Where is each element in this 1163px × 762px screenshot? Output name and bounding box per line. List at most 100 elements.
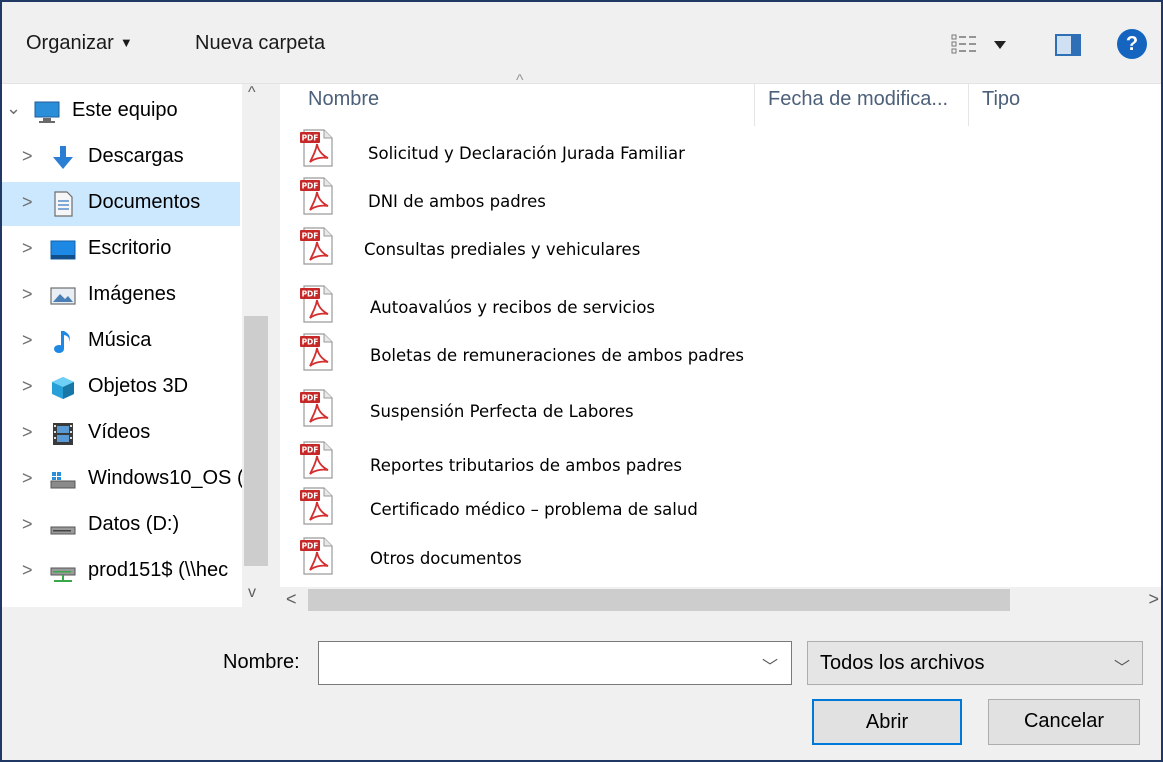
nav-item-label: prod151$ (\\hec xyxy=(88,559,229,581)
chevron-right-icon[interactable]: > xyxy=(1148,589,1159,610)
nav-item-este-equipo[interactable]: ⌄ Este equipo xyxy=(2,90,240,134)
file-row[interactable]: Boletas de remuneraciones de ambos padre… xyxy=(280,332,1161,378)
open-button[interactable]: Abrir xyxy=(812,699,962,745)
chevron-down-icon[interactable]: ﹀ xyxy=(1114,654,1130,678)
file-name: Solicitud y Declaración Jurada Familiar xyxy=(368,144,685,163)
nav-item-label: Documentos xyxy=(88,191,201,213)
file-row[interactable]: Reportes tributarios de ambos padres xyxy=(280,440,1161,486)
file-name: Boletas de remuneraciones de ambos padre… xyxy=(370,346,744,365)
chevron-right-icon[interactable]: > xyxy=(22,468,33,489)
file-name: Otros documentos xyxy=(370,549,522,568)
file-name: Consultas prediales y vehiculares xyxy=(364,240,641,259)
file-open-dialog: Organizar ▼ Nueva carpeta ? ⌄ Este equip… xyxy=(0,0,1163,762)
chevron-right-icon[interactable]: > xyxy=(22,284,33,305)
chevron-right-icon[interactable]: > xyxy=(22,330,33,351)
chevron-right-icon[interactable]: > xyxy=(22,376,33,397)
organize-label: Organizar xyxy=(26,32,114,54)
nav-item-label: Imágenes xyxy=(88,283,176,305)
new-folder-button[interactable]: Nueva carpeta xyxy=(195,32,325,55)
nav-item-escritorio[interactable]: > Escritorio xyxy=(2,228,240,272)
view-list-icon xyxy=(951,34,1006,54)
pdf-icon xyxy=(300,333,333,371)
file-row[interactable]: Otros documentos xyxy=(280,536,1161,582)
download-icon xyxy=(53,146,73,169)
chevron-right-icon[interactable]: > xyxy=(22,514,33,535)
pdf-icon xyxy=(300,227,333,265)
file-name-input[interactable] xyxy=(318,641,792,685)
dialog-footer: Nombre: ﹀ Todos los archivos ﹀ Abrir Can… xyxy=(2,613,1161,760)
chevron-right-icon[interactable]: > xyxy=(22,238,33,259)
preview-pane-icon[interactable] xyxy=(1055,34,1081,56)
file-row[interactable]: Autoavalúos y recibos de servicios xyxy=(280,284,1161,330)
pdf-icon xyxy=(300,285,333,323)
file-type-filter[interactable]: Todos los archivos ﹀ xyxy=(807,641,1143,685)
chevron-left-icon[interactable]: < xyxy=(286,589,297,610)
nav-scrollbar-thumb[interactable] xyxy=(244,316,268,566)
change-view-button[interactable] xyxy=(950,30,1020,60)
computer-icon xyxy=(34,101,60,123)
objects3d-icon xyxy=(52,377,74,399)
nav-item-musica[interactable]: > Música xyxy=(2,320,240,364)
horizontal-scrollbar-thumb[interactable] xyxy=(308,589,1010,611)
pdf-icon xyxy=(300,389,333,427)
music-icon xyxy=(54,331,70,353)
file-row[interactable]: Certificado médico – problema de salud xyxy=(280,486,1161,532)
nav-item-windows10-os[interactable]: > Windows10_OS ( xyxy=(2,458,244,502)
chevron-right-icon[interactable]: > xyxy=(22,422,33,443)
file-list: ^ Nombre Fecha de modifica... Tipo Solic… xyxy=(280,72,1161,587)
documents-icon xyxy=(54,191,73,217)
chevron-down-icon[interactable]: v xyxy=(248,584,256,602)
horizontal-scrollbar[interactable]: < > xyxy=(280,587,1161,613)
nav-item-objetos-3d[interactable]: > Objetos 3D xyxy=(2,366,240,410)
videos-icon xyxy=(53,423,73,445)
column-headers: ^ Nombre Fecha de modifica... Tipo xyxy=(280,72,1161,126)
nav-item-label: Descargas xyxy=(88,145,184,167)
cancel-button[interactable]: Cancelar xyxy=(988,699,1140,745)
file-name: DNI de ambos padres xyxy=(368,192,546,211)
file-name: Reportes tributarios de ambos padres xyxy=(370,456,683,475)
organize-button[interactable]: Organizar ▼ xyxy=(26,32,133,55)
file-name: Certificado médico – problema de salud xyxy=(370,500,698,519)
nav-item-label: Escritorio xyxy=(88,237,172,259)
column-header-type[interactable]: Tipo xyxy=(982,88,1020,111)
file-row[interactable]: Solicitud y Declaración Jurada Familiar xyxy=(280,128,1161,174)
pictures-icon xyxy=(50,287,76,305)
file-name-label: Nombre: xyxy=(223,651,300,673)
column-divider[interactable] xyxy=(754,84,755,126)
nav-item-label: Música xyxy=(88,329,152,351)
pdf-icon xyxy=(300,487,333,525)
pdf-icon xyxy=(300,129,333,167)
column-header-date[interactable]: Fecha de modifica... xyxy=(768,88,948,111)
nav-item-prod151[interactable]: > prod151$ (\\hec xyxy=(2,550,240,594)
file-name: Autoavalúos y recibos de servicios xyxy=(370,298,656,317)
nav-item-imagenes[interactable]: > Imágenes xyxy=(2,274,240,318)
chevron-down-icon[interactable]: ﹀ xyxy=(762,653,778,677)
chevron-down-icon[interactable]: ⌄ xyxy=(6,98,21,119)
drive-icon xyxy=(50,526,76,535)
chevron-right-icon[interactable]: > xyxy=(22,146,33,167)
nav-item-descargas[interactable]: > Descargas xyxy=(2,136,240,180)
chevron-up-icon[interactable]: ^ xyxy=(248,84,256,102)
column-divider[interactable] xyxy=(968,84,969,126)
nav-item-datos-d[interactable]: > Datos (D:) xyxy=(2,504,240,548)
sort-ascending-icon: ^ xyxy=(516,72,524,89)
file-type-filter-label: Todos los archivos xyxy=(820,652,985,674)
nav-item-label: Este equipo xyxy=(72,99,178,121)
drive-icon xyxy=(50,472,76,489)
nav-item-label: Vídeos xyxy=(88,421,151,443)
nav-scrollbar[interactable]: ^ v xyxy=(242,84,270,607)
file-row[interactable]: DNI de ambos padres xyxy=(280,176,1161,222)
chevron-right-icon[interactable]: > xyxy=(22,192,33,213)
file-name: Suspensión Perfecta de Labores xyxy=(370,402,634,421)
chevron-right-icon[interactable]: > xyxy=(22,560,33,581)
navigation-pane: ⌄ Este equipo > Descargas > Documentos >… xyxy=(2,84,244,607)
nav-item-label: Datos (D:) xyxy=(88,513,180,535)
file-row[interactable]: Consultas prediales y vehiculares xyxy=(280,226,1161,272)
nav-item-documentos[interactable]: > Documentos xyxy=(2,182,240,226)
help-icon[interactable]: ? xyxy=(1117,29,1147,59)
file-row[interactable]: Suspensión Perfecta de Labores xyxy=(280,388,1161,434)
network-drive-icon xyxy=(50,567,76,582)
nav-item-label: Windows10_OS ( xyxy=(88,467,244,489)
column-header-name[interactable]: Nombre xyxy=(308,88,379,111)
nav-item-videos[interactable]: > Vídeos xyxy=(2,412,240,456)
